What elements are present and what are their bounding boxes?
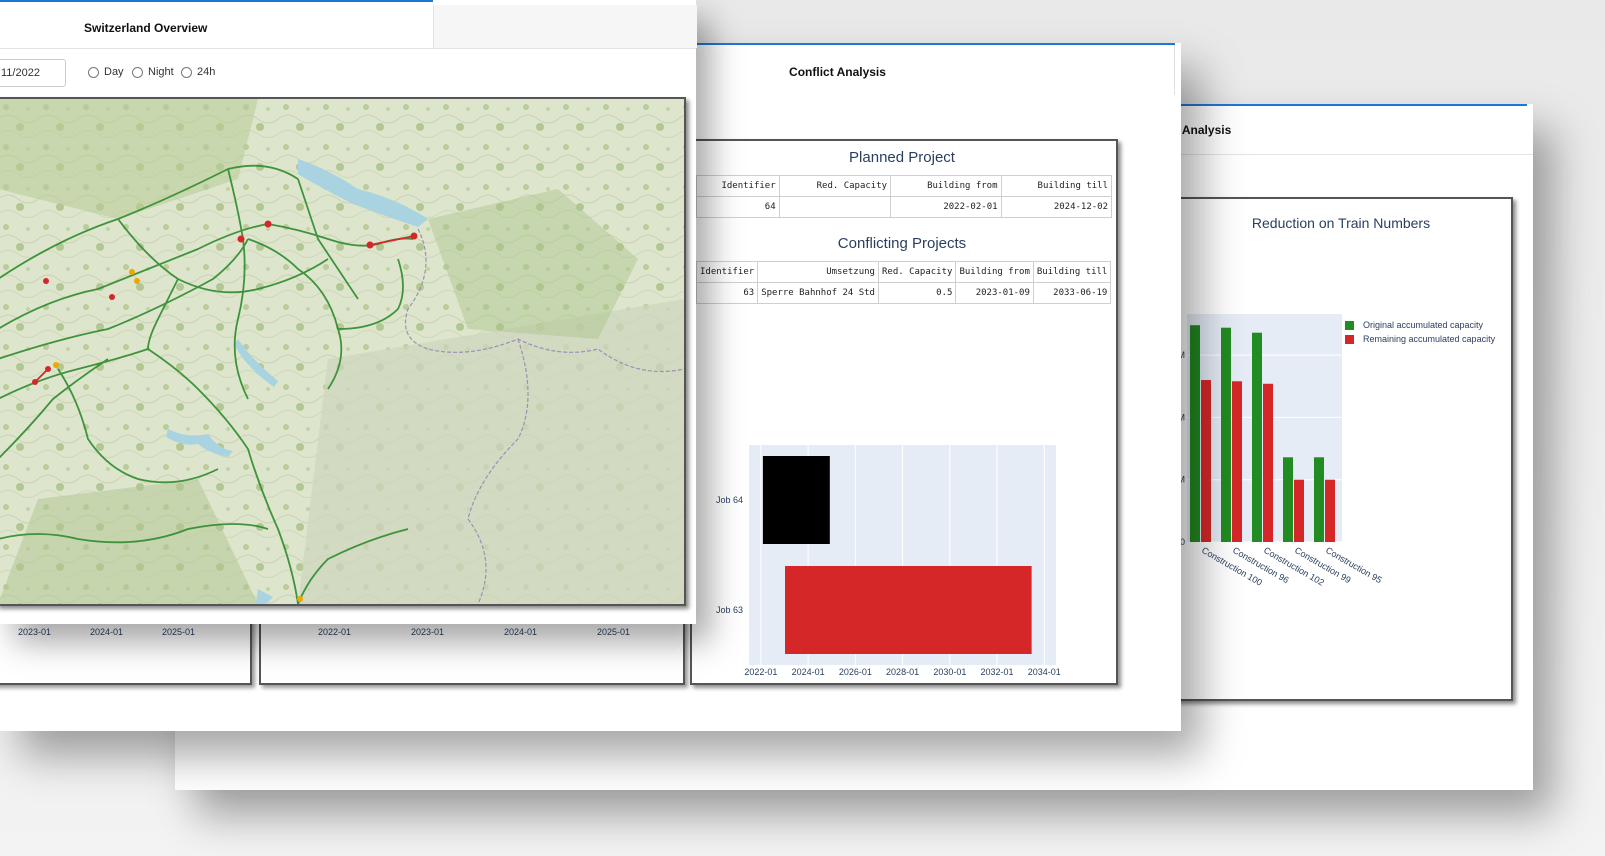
x-tick: 2023-01 [18,627,52,637]
original-capacity-bar [1190,325,1200,542]
original-capacity-bar [1221,327,1231,542]
tab-switzerland-overview[interactable]: Switzerland Overview [0,0,433,50]
train-reduction-bar-chart: 0.5M1M.5MConstruction 100Construction 96… [1171,314,1384,588]
rail-network-map[interactable] [0,97,686,606]
tab-bar: Switzerland Overview [0,0,697,50]
x-tick-label: 2022-01 [744,667,777,677]
radio-label: 24h [197,66,216,78]
original-capacity-bar [1283,457,1293,542]
train-reduction-chart-frame: Reduction on Train Numbers 0.5M1M.5MCons… [1169,197,1513,701]
remaining-capacity-bar [1232,381,1242,542]
tab-secondary[interactable] [433,5,697,48]
job-bar [762,456,830,544]
legend-label: Original accumulated capacity [1363,320,1484,330]
project-timeline-chart: 2022-01 2024-01 2026-01 2028-01 2030-01 2032-… [716,445,1061,677]
radio-circle[interactable] [181,66,192,78]
x-tick-label: 2028-01 [886,667,919,677]
x-tick-label: 2034-01 [1028,667,1061,677]
date-input[interactable]: 11/2022 [0,59,66,87]
y-tick-label: Job 63 [716,605,743,615]
remaining-capacity-bar [1201,380,1211,542]
tab-label: Switzerland Overview [84,21,208,35]
radio-night[interactable]: Night [132,66,174,78]
x-tick: 2024-01 [504,627,538,637]
tab-label: t Analysis [1175,123,1232,137]
radio-circle[interactable] [132,66,143,78]
tab-divider [1174,45,1175,95]
legend-remaining-capacity[interactable]: Remaining accumulated capacity [1345,334,1495,344]
legend-swatch-green [1345,320,1354,330]
x-tick: 2022-01 [318,627,352,637]
original-capacity-bar [1252,332,1262,542]
radio-label: Night [148,66,174,78]
radio-circle[interactable] [88,66,99,78]
tab-conflict-analysis[interactable]: Conflict Analysis [696,43,1175,97]
legend-label: Remaining accumulated capacity [1363,334,1496,344]
tab-conflict-analysis[interactable]: t Analysis [1175,104,1527,156]
x-tick: 2025-01 [597,627,631,637]
job-bar [785,566,1032,654]
date-input-value: 11/2022 [1,67,40,79]
x-tick: 2025-01 [162,627,196,637]
legend-original-capacity[interactable]: Original accumulated capacity [1345,320,1483,330]
x-tick-label: 2030-01 [933,667,966,677]
remaining-capacity-bar [1294,479,1304,542]
radio-24h[interactable]: 24h [181,66,215,78]
conflict-frame: Planned Project Identifier Red. Capacity… [690,139,1118,685]
legend-swatch-red [1345,334,1354,344]
x-tick-label: 2026-01 [839,667,872,677]
y-tick-label: Job 64 [716,495,743,505]
remaining-capacity-bar [1325,479,1335,542]
switzerland-overview-window: Switzerland Overview 11/2022 Day Night 2… [0,0,697,624]
x-tick: 2023-01 [411,627,445,637]
radio-day[interactable]: Day [88,66,124,78]
original-capacity-bar [1314,457,1324,542]
tab-label: Conflict Analysis [789,65,886,79]
x-tick-label: 2032-01 [981,667,1014,677]
radio-label: Day [104,66,124,78]
x-tick-label: 2024-01 [792,667,825,677]
x-tick: 2024-01 [90,627,124,637]
remaining-capacity-bar [1263,383,1273,542]
map-canvas[interactable] [0,99,684,604]
